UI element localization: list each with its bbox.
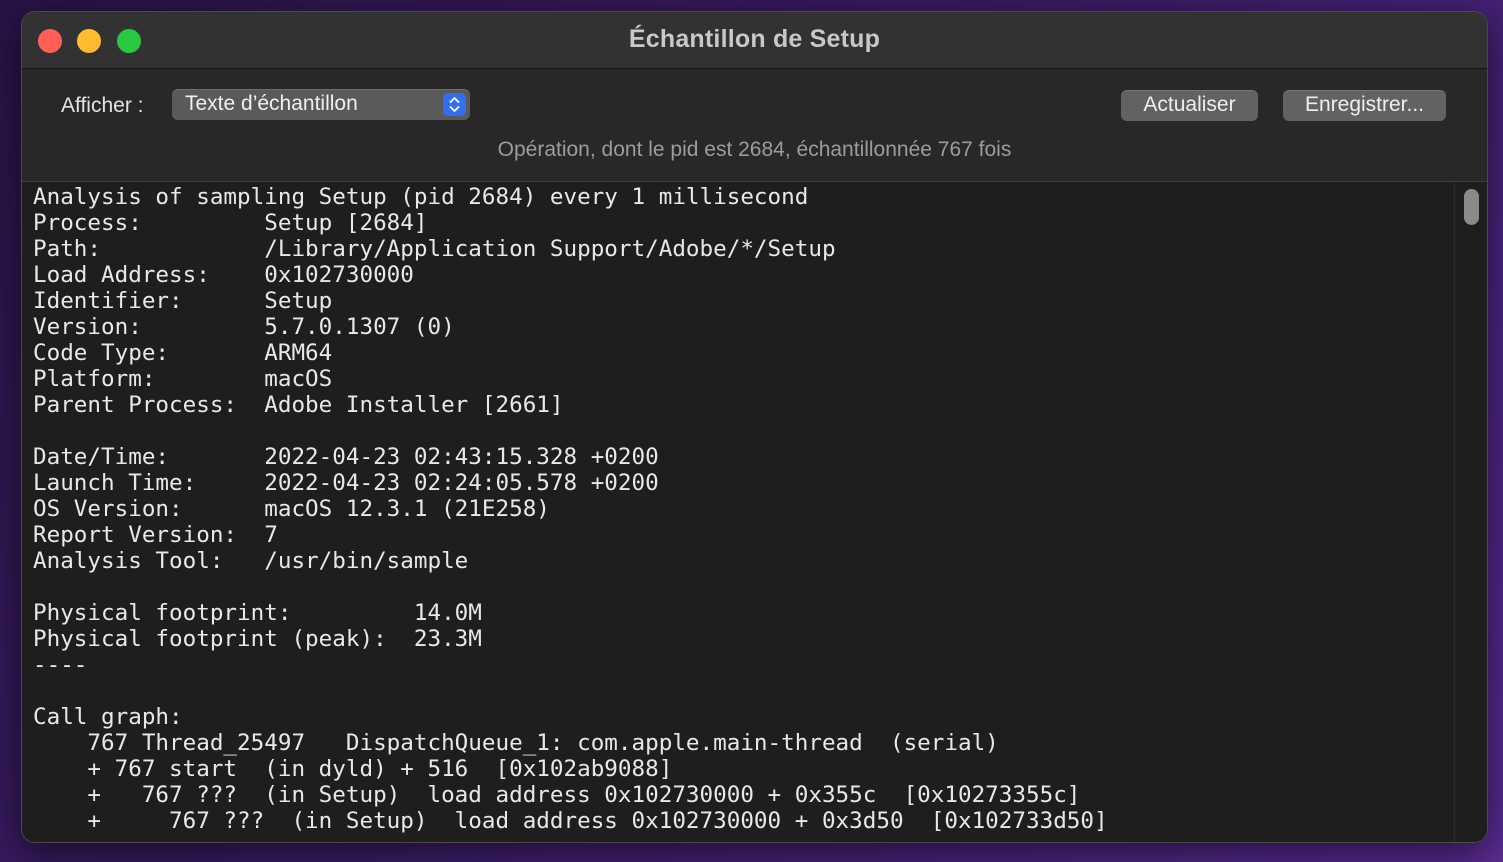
report-line: Path: /Library/Application Support/Adobe… — [33, 236, 836, 262]
report-view[interactable]: Analysis of sampling Setup (pid 2684) ev… — [22, 182, 1487, 842]
view-select[interactable]: Texte d’échantillon — [172, 89, 470, 120]
report-line: + 767 ??? (in Setup) load address 0x1027… — [33, 782, 1081, 808]
report-line: 767 Thread_25497 DispatchQueue_1: com.ap… — [33, 730, 999, 756]
refresh-button[interactable]: Actualiser — [1121, 90, 1258, 121]
window-title: Échantillon de Setup — [628, 25, 881, 53]
report-line — [33, 678, 1108, 704]
report-line: Version: 5.7.0.1307 (0) — [33, 314, 455, 340]
report-line: Process: Setup [2684] — [33, 210, 428, 236]
report-line: Load Address: 0x102730000 — [33, 262, 414, 288]
report-line: Launch Time: 2022-04-23 02:24:05.578 +02… — [33, 470, 659, 496]
report-line: + 767 ??? (in Setup) load address 0x1027… — [33, 808, 1108, 834]
report-line: Analysis of sampling Setup (pid 2684) ev… — [33, 184, 809, 210]
report-line: Analysis Tool: /usr/bin/sample — [33, 548, 469, 574]
report-line: Physical footprint (peak): 23.3M — [33, 626, 482, 652]
report-line — [33, 418, 1108, 444]
sample-window: Échantillon de Setup Afficher : Texte d’… — [21, 11, 1488, 843]
report-line: OS Version: macOS 12.3.1 (21E258) — [33, 496, 550, 522]
title-bar[interactable]: Échantillon de Setup — [22, 12, 1487, 69]
report-line: Date/Time: 2022-04-23 02:43:15.328 +0200 — [33, 444, 659, 470]
show-label: Afficher : — [61, 94, 144, 117]
scrollbar-thumb[interactable] — [1464, 189, 1479, 225]
report-line: Platform: macOS — [33, 366, 333, 392]
report-text[interactable]: Analysis of sampling Setup (pid 2684) ev… — [33, 184, 1108, 834]
vertical-scrollbar[interactable] — [1454, 182, 1487, 842]
save-button[interactable]: Enregistrer... — [1283, 90, 1446, 121]
report-line: Physical footprint: 14.0M — [33, 600, 482, 626]
report-line: Identifier: Setup — [33, 288, 333, 314]
report-line: Call graph: — [33, 704, 183, 730]
report-line: Code Type: ARM64 — [33, 340, 333, 366]
report-line: ---- — [33, 652, 88, 678]
report-line: Parent Process: Adobe Installer [2661] — [33, 392, 564, 418]
view-select-value: Texte d’échantillon — [185, 92, 358, 115]
report-line: + 767 start (in dyld) + 516 [0x102ab9088… — [33, 756, 673, 782]
report-line: Report Version: 7 — [33, 522, 278, 548]
chevron-up-down-icon — [443, 93, 466, 116]
toolbar: Afficher : Texte d’échantillon Actualise… — [22, 69, 1487, 182]
report-line — [33, 574, 1108, 600]
status-text: Opération, dont le pid est 2684, échanti… — [497, 138, 1012, 161]
